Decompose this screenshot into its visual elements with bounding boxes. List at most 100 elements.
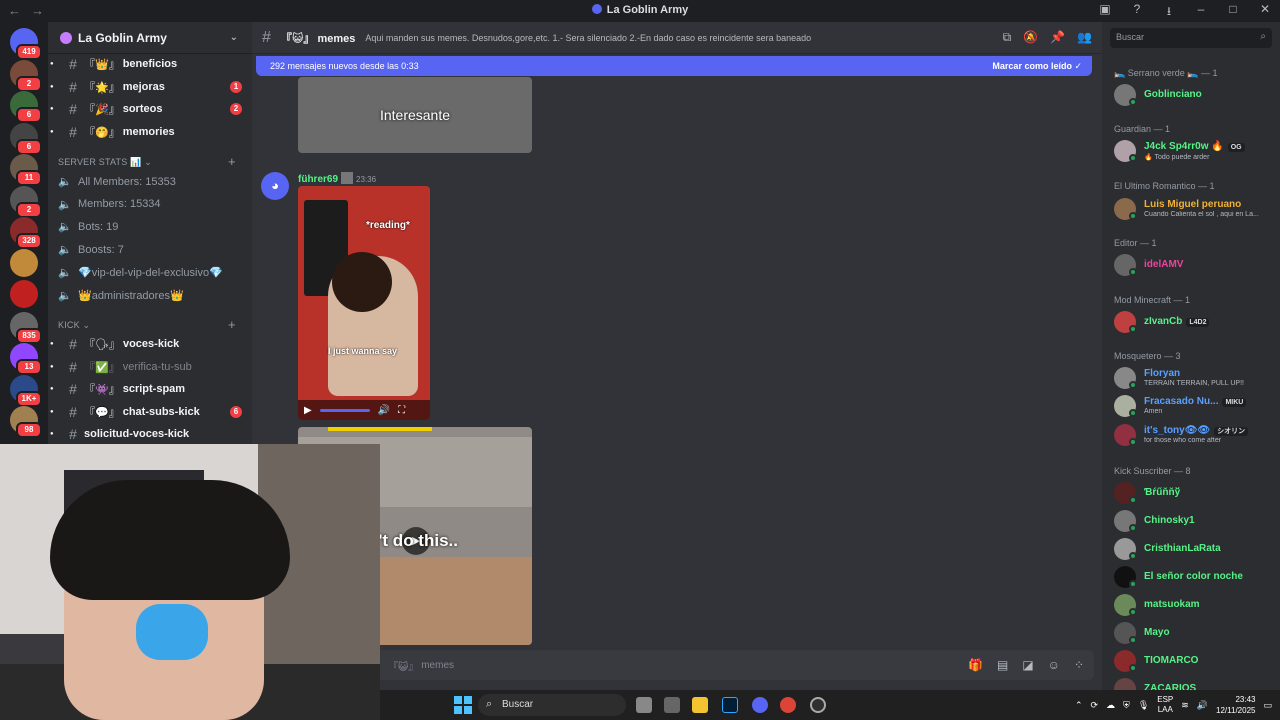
server-icon[interactable]: 419 xyxy=(10,28,42,60)
server-icon[interactable]: 1K+ xyxy=(10,374,42,407)
channel-item-chat-subs-kick[interactable]: ● # 『💬』 chat-subs-kick 6 xyxy=(50,402,246,422)
mark-read-button[interactable]: Marcar como leído ✓ xyxy=(992,61,1082,72)
new-messages-bar[interactable]: 292 mensajes nuevos desde las 0:33 Marca… xyxy=(256,56,1092,76)
add-channel-icon[interactable]: + xyxy=(228,317,236,332)
stat-voice-channel[interactable]: 🔈 Boosts: 7 xyxy=(58,243,124,257)
server-icon[interactable]: 328 xyxy=(10,217,42,249)
photoshop-icon[interactable] xyxy=(722,697,738,713)
server-icon[interactable]: 6 xyxy=(10,91,42,123)
gift-icon[interactable]: 🎁 xyxy=(968,658,983,672)
stat-voice-channel[interactable]: 🔈 👑administradores👑 xyxy=(58,289,184,302)
member-item[interactable]: El señor color noche xyxy=(1114,565,1276,591)
app-icon[interactable] xyxy=(664,697,680,713)
member-item[interactable]: idelAMV xyxy=(1114,253,1276,279)
apps-icon[interactable]: ⁘ xyxy=(1074,658,1084,672)
language-indicator[interactable]: ESP LAA xyxy=(1157,695,1173,715)
add-channel-icon[interactable]: + xyxy=(228,154,236,169)
emoji-icon[interactable]: ☺ xyxy=(1048,658,1060,672)
security-icon[interactable]: ⛨ xyxy=(1123,700,1130,711)
help-icon[interactable]: ? xyxy=(1130,2,1144,23)
stat-voice-channel[interactable]: 🔈 All Members: 15353 xyxy=(58,175,176,189)
channel-item-verifica-tu-sub[interactable]: ● # 『✅』 verifica-tu-sub xyxy=(50,357,246,377)
mic-icon[interactable]: 🎙 xyxy=(1138,700,1149,711)
server-icon[interactable]: 13 xyxy=(10,343,42,375)
chevron-up-icon[interactable]: ⌃ xyxy=(1075,700,1083,711)
server-icon[interactable]: 11 xyxy=(10,154,42,186)
server-icon[interactable]: 98 xyxy=(10,406,42,438)
member-name-text: Floryan xyxy=(1144,368,1181,379)
volume-icon[interactable]: 🔊 xyxy=(1197,700,1208,711)
category-kick[interactable]: kick ⌄ + xyxy=(58,317,236,332)
fullscreen-icon[interactable]: ⛶ xyxy=(398,405,405,416)
server-icon[interactable] xyxy=(10,248,38,277)
close-button[interactable]: ✕ xyxy=(1258,2,1272,23)
image-attachment[interactable]: Interesante xyxy=(298,77,532,153)
threads-icon[interactable]: ⧉ xyxy=(1003,30,1012,45)
server-icon[interactable]: 2 xyxy=(10,185,42,218)
status-online-icon xyxy=(1129,268,1137,276)
notification-icon[interactable]: ▭ xyxy=(1263,700,1272,711)
minimize-button[interactable]: – xyxy=(1194,2,1208,23)
chevron-down-icon[interactable]: ⌄ xyxy=(230,32,238,43)
channel-item-memories[interactable]: ● # 『🤭』 memories xyxy=(50,122,246,142)
category-server-stats[interactable]: SERVER STATS 📊 ⌄ + xyxy=(58,154,236,169)
mention-badge: 6 xyxy=(230,405,242,418)
video-attachment[interactable]: *reading* I just wanna say ▶ 🔊 ⛶ xyxy=(298,186,430,420)
gif-icon[interactable]: ▤ xyxy=(997,658,1008,672)
wifi-icon[interactable]: ≋ xyxy=(1181,700,1189,711)
stat-voice-channel[interactable]: 🔈 Bots: 19 xyxy=(58,220,118,234)
windows-start-icon[interactable] xyxy=(454,696,472,714)
discord-icon[interactable] xyxy=(752,697,768,713)
server-icon[interactable]: 6 xyxy=(10,122,42,155)
channel-item-mejoras[interactable]: ● # 『🌟』 mejoras 1 xyxy=(50,77,246,97)
member-item[interactable]: Ɓŕűňňў xyxy=(1114,481,1276,507)
task-view-icon[interactable] xyxy=(636,697,652,713)
member-item[interactable]: Floryan TERRAIN TERRAIN, PULL UP!! xyxy=(1114,366,1276,392)
member-item[interactable]: TIOMARCO xyxy=(1114,649,1276,675)
member-item[interactable]: zIvanCb L4D2 xyxy=(1114,310,1276,336)
member-item[interactable]: it's_tony👁👁 シオリン for those who come after xyxy=(1114,423,1276,449)
taskbar-search[interactable]: ⌕ Buscar xyxy=(478,694,626,716)
member-item[interactable]: J4ck Sp4rr0w 🔥 OG 🔥 Todo puede arder xyxy=(1114,139,1276,165)
chrome-icon[interactable] xyxy=(780,697,796,713)
channel-item-sorteos[interactable]: ● # 『🎉』 sorteos 2 xyxy=(50,99,246,119)
server-icon[interactable] xyxy=(10,280,38,308)
play-icon[interactable]: ▶ xyxy=(304,405,312,416)
member-item[interactable]: matsuokam xyxy=(1114,593,1276,619)
channel-item-solicitud-voces-kick[interactable]: ● # solicitud-voces-kick xyxy=(50,424,246,444)
sticker-icon[interactable]: ◪ xyxy=(1022,658,1033,672)
stat-voice-channel[interactable]: 🔈 Members: 15334 xyxy=(58,198,161,211)
member-item[interactable]: Goblinciano xyxy=(1114,83,1276,109)
obs-icon[interactable] xyxy=(810,697,826,713)
channel-item-voces-kick[interactable]: ● # 『🗣』 voces-kick xyxy=(50,334,246,354)
member-item[interactable]: Luis Miguel peruano Cuando Calienta el so… xyxy=(1114,197,1276,223)
download-icon[interactable]: ⭳ xyxy=(1162,2,1176,23)
mute-bell-icon[interactable]: 🔕 xyxy=(1023,30,1038,45)
file-explorer-icon[interactable] xyxy=(692,697,708,713)
message-author[interactable]: führer69 xyxy=(298,174,338,185)
discord-avatar-icon[interactable]: ◕ xyxy=(261,172,289,200)
member-item[interactable]: Mayo xyxy=(1114,621,1276,647)
pin-icon[interactable]: 📌 xyxy=(1050,30,1065,45)
unread-dot-icon: ● xyxy=(50,61,54,67)
server-icon[interactable]: 2 xyxy=(10,59,42,92)
members-icon[interactable]: 👥 xyxy=(1077,30,1092,45)
member-item[interactable]: Fracasado Nu... MIKU Amen xyxy=(1114,394,1276,420)
server-icon[interactable]: 835 xyxy=(10,311,42,344)
server-header[interactable]: La Goblin Army ⌄ xyxy=(48,22,252,54)
channel-topic[interactable]: Aqui manden sus memes. Desnudos,gore,etc… xyxy=(365,33,965,43)
channel-item-script-spam[interactable]: ● # 『👾』 script-spam xyxy=(50,379,246,399)
maximize-button[interactable]: □ xyxy=(1226,2,1240,23)
clock[interactable]: 23:43 12/11/2025 xyxy=(1216,694,1255,716)
search-input[interactable]: Buscar ⌕ xyxy=(1110,28,1272,48)
member-item[interactable]: CristhianLaRata xyxy=(1114,537,1276,563)
cloud-icon[interactable]: ☁ xyxy=(1106,700,1115,711)
sync-icon[interactable]: ⟳ xyxy=(1091,700,1099,711)
channel-item-beneficios[interactable]: ● # 『👑』 beneficios xyxy=(50,54,246,74)
volume-icon[interactable]: 🔊 xyxy=(378,405,390,416)
inbox-icon[interactable]: ▣ xyxy=(1098,2,1112,23)
message-input[interactable]: 『😺』 memes 🎁 ▤ ◪ ☺ ⁘ xyxy=(260,650,1094,680)
video-progress[interactable] xyxy=(319,408,370,412)
stat-voice-channel[interactable]: 🔈 💎vip-del-vip-del-exclusivo💎 xyxy=(58,266,223,279)
member-item[interactable]: Chinosky1 xyxy=(1114,509,1276,535)
